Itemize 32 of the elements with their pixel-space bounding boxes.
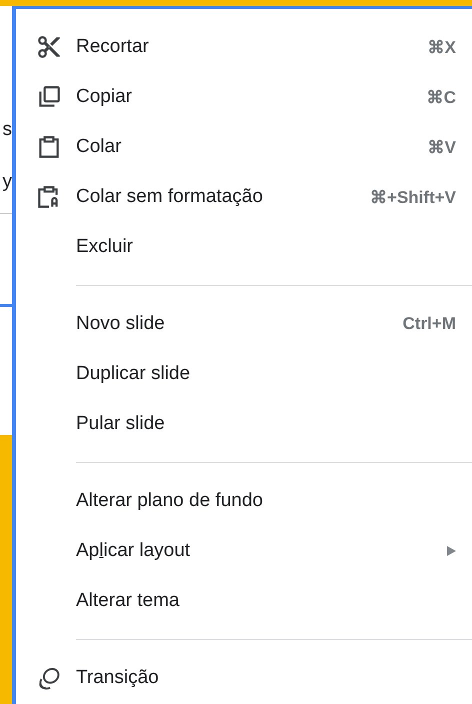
menu-item[interactable]: Aplicar layout: [16, 526, 472, 576]
menu-item-label: Copiar: [76, 86, 133, 108]
shortcut-label: ⌘+Shift+V: [370, 186, 456, 208]
shortcut-label: ⌘X: [428, 36, 456, 58]
menu-item[interactable]: Duplicar slide: [16, 349, 472, 399]
menu-item[interactable]: Excluir: [16, 222, 472, 272]
menu-item-label: Colar: [76, 136, 122, 158]
menu-item-label: Transição: [76, 667, 160, 689]
menu-item-label: Alterar tema: [76, 590, 180, 612]
menu-item[interactable]: Recortar ⌘X: [16, 22, 472, 72]
menu-item-label: Alterar plano de fundo: [76, 490, 264, 512]
menu-item[interactable]: Pular slide: [16, 399, 472, 449]
menu-item[interactable]: Colar ⌘V: [16, 122, 472, 172]
menu-item-label: Aplicar layout: [76, 540, 192, 562]
menu-item-label: Excluir: [76, 236, 134, 258]
menu-item[interactable]: Alterar plano de fundo: [16, 476, 472, 526]
menu-item[interactable]: Alterar tema: [16, 576, 472, 626]
scissors-icon: [36, 34, 62, 60]
menu-item-label: Duplicar slide: [76, 363, 192, 385]
menu-item-label: Colar sem formatação: [76, 186, 264, 208]
menu-item-label: Recortar: [76, 36, 150, 58]
shortcut-label: Ctrl+M: [402, 314, 456, 334]
shortcut-label: ⌘V: [428, 136, 456, 158]
menu-item[interactable]: Novo slide Ctrl+M: [16, 299, 472, 349]
text-fragment: y: [2, 171, 12, 193]
menu-item[interactable]: Colar sem formatação ⌘+Shift+V: [16, 172, 472, 222]
shortcut-label: ⌘C: [426, 86, 456, 108]
text-fragment: s: [2, 119, 12, 141]
menu-item-label: Novo slide: [76, 313, 166, 335]
menu-item[interactable]: Copiar ⌘C: [16, 72, 472, 122]
menu-item[interactable]: Transição: [16, 653, 472, 703]
menu-item-label: Pular slide: [76, 413, 166, 435]
